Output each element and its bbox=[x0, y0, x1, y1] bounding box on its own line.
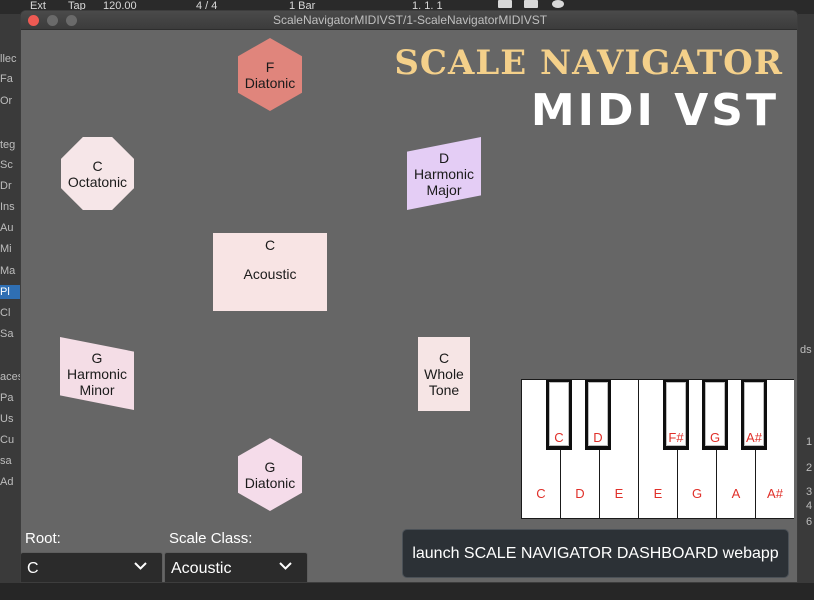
host-side-item[interactable]: Ad bbox=[0, 475, 20, 489]
scale-node-c-acoustic-current[interactable]: C Acoustic bbox=[213, 233, 327, 311]
host-right-label: 1 bbox=[806, 436, 813, 448]
host-side-item[interactable]: Sc bbox=[0, 158, 20, 172]
node-scale-name: Harmonic bbox=[414, 165, 474, 182]
host-status-bar bbox=[0, 583, 814, 600]
host-side-item-selected[interactable]: Pl bbox=[0, 285, 20, 299]
root-value: C bbox=[27, 560, 39, 577]
key-label: G bbox=[691, 486, 703, 501]
host-mixer-strip bbox=[798, 14, 814, 600]
launch-dashboard-button[interactable]: launch SCALE NAVIGATOR DASHBOARD webapp bbox=[402, 529, 789, 578]
node-root: G bbox=[91, 349, 103, 366]
key-label: D bbox=[593, 430, 603, 445]
black-key[interactable]: G bbox=[702, 380, 728, 450]
stop-icon[interactable] bbox=[524, 0, 538, 8]
brand-title: SCALE NAVIGATOR bbox=[394, 43, 783, 83]
node-scale-name: Minor bbox=[79, 381, 115, 398]
plugin-window: ScaleNavigatorMIDIVST/1-ScaleNavigatorMI… bbox=[20, 10, 798, 583]
chevron-down-icon bbox=[279, 562, 292, 570]
host-side-item[interactable]: Pa bbox=[0, 391, 20, 405]
scale-node-f-diatonic[interactable]: F Diatonic bbox=[238, 38, 302, 111]
node-root: C bbox=[438, 350, 450, 366]
host-right-label: ds bbox=[800, 344, 812, 356]
record-icon[interactable] bbox=[552, 0, 564, 8]
node-root: C bbox=[92, 157, 103, 174]
key-label: G bbox=[709, 430, 721, 445]
scale-node-c-octatonic[interactable]: C Octatonic bbox=[61, 137, 134, 210]
node-scale-name: Acoustic bbox=[243, 266, 297, 282]
host-side-item: llec bbox=[0, 53, 17, 65]
black-key[interactable]: F# bbox=[663, 380, 689, 450]
host-side-item[interactable]: Sa bbox=[0, 327, 20, 341]
root-label: Root: bbox=[25, 530, 61, 547]
key-label: D bbox=[575, 486, 585, 501]
host-side-item[interactable]: Or bbox=[0, 94, 20, 108]
key-label: A bbox=[731, 486, 741, 501]
host-side-item[interactable]: Ma bbox=[0, 264, 20, 278]
node-root: F bbox=[265, 58, 275, 75]
scale-node-c-whole-tone[interactable]: C Whole Tone bbox=[418, 337, 470, 411]
key-label: C bbox=[554, 430, 564, 445]
host-side-item: aces bbox=[0, 371, 20, 383]
node-root: D bbox=[438, 149, 450, 166]
root-dropdown[interactable]: C bbox=[21, 552, 163, 582]
black-key[interactable]: C bbox=[546, 380, 572, 450]
host-side-item[interactable]: Fa bbox=[0, 72, 20, 86]
black-key[interactable]: A# bbox=[741, 380, 767, 450]
key-label: F# bbox=[668, 430, 684, 445]
play-icon[interactable] bbox=[498, 0, 512, 8]
node-scale-name: Tone bbox=[428, 382, 460, 398]
host-side-item[interactable]: sa bbox=[0, 454, 20, 468]
node-scale-name: Diatonic bbox=[244, 74, 296, 91]
node-root: C bbox=[264, 237, 276, 253]
host-browser-sidebar: llec Fa Or teg Sc Dr Ins Au Mi Ma Pl Cl … bbox=[0, 14, 20, 600]
scale-class-dropdown[interactable]: Acoustic bbox=[164, 552, 308, 582]
scale-class-value: Acoustic bbox=[171, 560, 232, 577]
key-label: E bbox=[614, 486, 624, 501]
node-root: G bbox=[264, 458, 276, 475]
key-label: E bbox=[653, 486, 663, 501]
host-side-item[interactable]: Mi bbox=[0, 242, 20, 256]
host-side-item[interactable]: Dr bbox=[0, 179, 20, 193]
node-scale-name: Octatonic bbox=[67, 173, 128, 190]
node-scale-name: Harmonic bbox=[67, 365, 127, 382]
key-label: C bbox=[536, 486, 546, 501]
node-scale-name: Diatonic bbox=[244, 474, 296, 491]
scale-class-label: Scale Class: bbox=[169, 530, 253, 547]
host-side-item[interactable]: Au bbox=[0, 221, 20, 235]
scale-node-g-diatonic[interactable]: G Diatonic bbox=[238, 438, 302, 511]
host-right-label: 2 bbox=[806, 462, 813, 474]
key-label: A# bbox=[746, 430, 762, 445]
chevron-down-icon bbox=[134, 562, 147, 570]
node-scale-name: Major bbox=[426, 181, 462, 198]
window-title: ScaleNavigatorMIDIVST/1-ScaleNavigatorMI… bbox=[272, 13, 548, 27]
brand-subtitle: MIDI VST bbox=[530, 85, 779, 136]
piano-keyboard[interactable]: C D E E G A A# C D F# G A# bbox=[521, 379, 794, 519]
key-label: A# bbox=[767, 486, 783, 501]
host-side-item[interactable]: Cl bbox=[0, 306, 20, 320]
node-scale-name: Whole bbox=[424, 366, 464, 382]
host-right-label: 6 bbox=[806, 516, 813, 528]
host-right-label: 4 bbox=[806, 500, 813, 512]
host-side-item[interactable]: Ins bbox=[0, 200, 20, 214]
host-right-label: 3 bbox=[806, 486, 813, 498]
host-side-item[interactable]: Us bbox=[0, 412, 20, 426]
host-side-item: teg bbox=[0, 139, 16, 151]
black-key[interactable]: D bbox=[585, 380, 611, 450]
scale-node-g-harmonic-minor[interactable]: G Harmonic Minor bbox=[60, 337, 134, 410]
window-titlebar[interactable]: ScaleNavigatorMIDIVST/1-ScaleNavigatorMI… bbox=[21, 11, 797, 30]
scale-node-d-harmonic-major[interactable]: D Harmonic Major bbox=[407, 137, 481, 210]
host-side-item[interactable]: Cu bbox=[0, 433, 20, 447]
